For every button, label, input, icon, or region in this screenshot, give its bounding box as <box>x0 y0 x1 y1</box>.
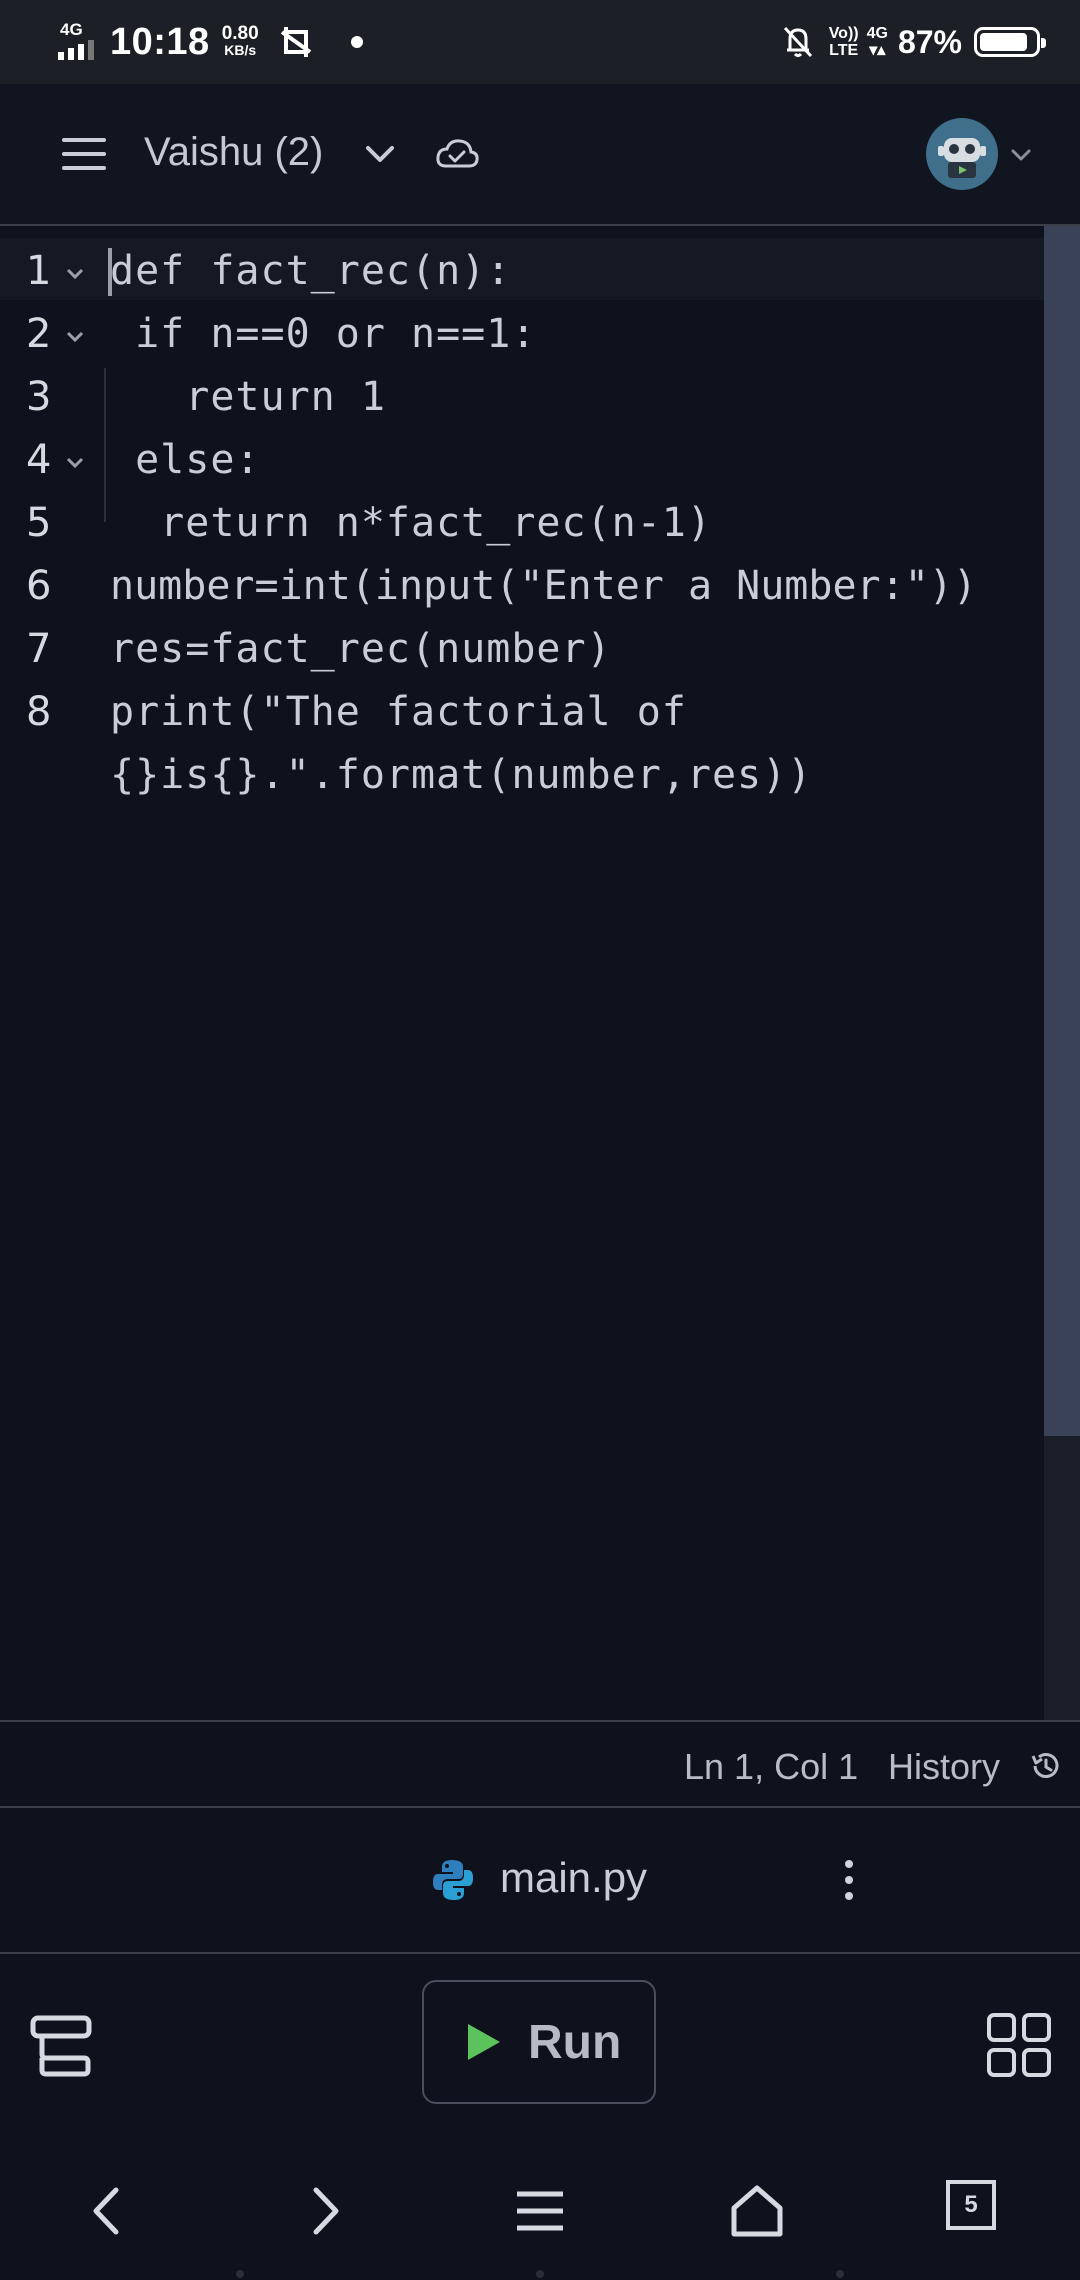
active-file-tab[interactable]: main.py <box>500 1854 647 1902</box>
code-line[interactable]: number=int(input("Enter a Number:")) <box>110 563 977 609</box>
notification-dot-icon <box>350 36 363 48</box>
scrollbar-thumb[interactable] <box>1044 226 1080 1436</box>
mobile-data-indicator: 4G ▾▴ <box>866 25 888 59</box>
code-line[interactable]: if n==0 or n==1: <box>110 311 536 357</box>
code-line[interactable]: print("The factorial of <box>110 689 687 735</box>
console-panel-icon[interactable] <box>30 2014 92 2078</box>
screenshot-icon <box>280 27 311 57</box>
line-number: 8 <box>26 689 52 735</box>
app-header: Vaishu (2) <box>0 84 1080 226</box>
line-number: 7 <box>26 626 52 672</box>
fold-chevron-icon[interactable] <box>62 453 88 473</box>
signal-strength-icon: 4G <box>56 20 104 64</box>
history-icon[interactable] <box>1028 1748 1064 1784</box>
editor-scrollbar[interactable] <box>1044 226 1080 1720</box>
browser-navigation-bar: 5 <box>0 2140 1080 2280</box>
line-number: 3 <box>26 374 52 420</box>
history-button[interactable]: History <box>888 1746 1000 1788</box>
nav-indicator-dot <box>236 2270 244 2278</box>
robot-avatar-icon <box>938 138 986 178</box>
cloud-check-icon[interactable] <box>434 134 480 174</box>
fold-chevron-icon[interactable] <box>62 327 88 347</box>
clock: 10:18 <box>110 20 210 63</box>
python-icon <box>433 1860 473 1900</box>
code-line[interactable]: else: <box>110 437 261 483</box>
avatar[interactable] <box>926 118 998 190</box>
mute-bell-icon <box>783 26 812 58</box>
system-status-bar: 4G 10:18 0.80 KB/s Vo)) LTE 4G ▾▴ 87% <box>0 0 1080 84</box>
code-line[interactable]: def fact_rec(n): <box>110 248 511 294</box>
code-line-wrapped[interactable]: {}is{}.".format(number,res)) <box>110 752 812 798</box>
cursor-position: Ln 1, Col 1 <box>684 1746 859 1787</box>
code-line[interactable]: res=fact_rec(number) <box>110 626 612 672</box>
code-editor[interactable]: 1 def fact_rec(n): 2 if n==0 or n==1: 3 … <box>0 226 1080 1720</box>
indent-guide <box>104 368 106 522</box>
battery-percentage: 87% <box>897 23 962 60</box>
grid-layout-icon[interactable] <box>986 2012 1052 2078</box>
more-options-icon[interactable] <box>838 1856 858 1904</box>
nav-indicator-dot <box>836 2270 844 2278</box>
home-icon[interactable] <box>722 2176 792 2246</box>
run-button[interactable]: Run <box>422 1980 656 2104</box>
code-line[interactable]: return n*fact_rec(n-1) <box>110 500 712 546</box>
battery-icon <box>974 27 1046 57</box>
code-line[interactable]: return 1 <box>110 374 386 420</box>
line-number: 1 <box>26 248 52 294</box>
volte-indicator: Vo)) LTE <box>828 25 859 59</box>
back-arrow-icon[interactable] <box>72 2176 142 2246</box>
forward-arrow-icon[interactable] <box>290 2176 360 2246</box>
chevron-down-icon[interactable] <box>362 136 398 172</box>
line-number: 6 <box>26 563 52 609</box>
tabs-count-button[interactable]: 5 <box>946 2180 996 2230</box>
network-type: 4G <box>60 20 83 39</box>
account-chevron-down-icon[interactable] <box>1008 142 1034 168</box>
run-label: Run <box>528 2015 622 2069</box>
project-title[interactable]: Vaishu (2) <box>144 130 323 175</box>
line-number: 2 <box>26 311 52 357</box>
menu-icon[interactable] <box>505 2176 575 2246</box>
bottom-toolbar: Run <box>0 1954 1080 2140</box>
network-speed: 0.80 KB/s <box>221 23 259 58</box>
play-icon <box>468 2024 500 2060</box>
editor-status-bar: Ln 1, Col 1 History <box>0 1720 1080 1808</box>
text-cursor <box>108 248 112 296</box>
line-number: 4 <box>26 437 52 483</box>
file-tab-bar: main.py <box>0 1810 1080 1954</box>
nav-indicator-dot <box>536 2270 544 2278</box>
fold-chevron-icon[interactable] <box>62 264 88 284</box>
hamburger-menu-icon[interactable] <box>62 138 106 170</box>
line-number: 5 <box>26 500 52 546</box>
